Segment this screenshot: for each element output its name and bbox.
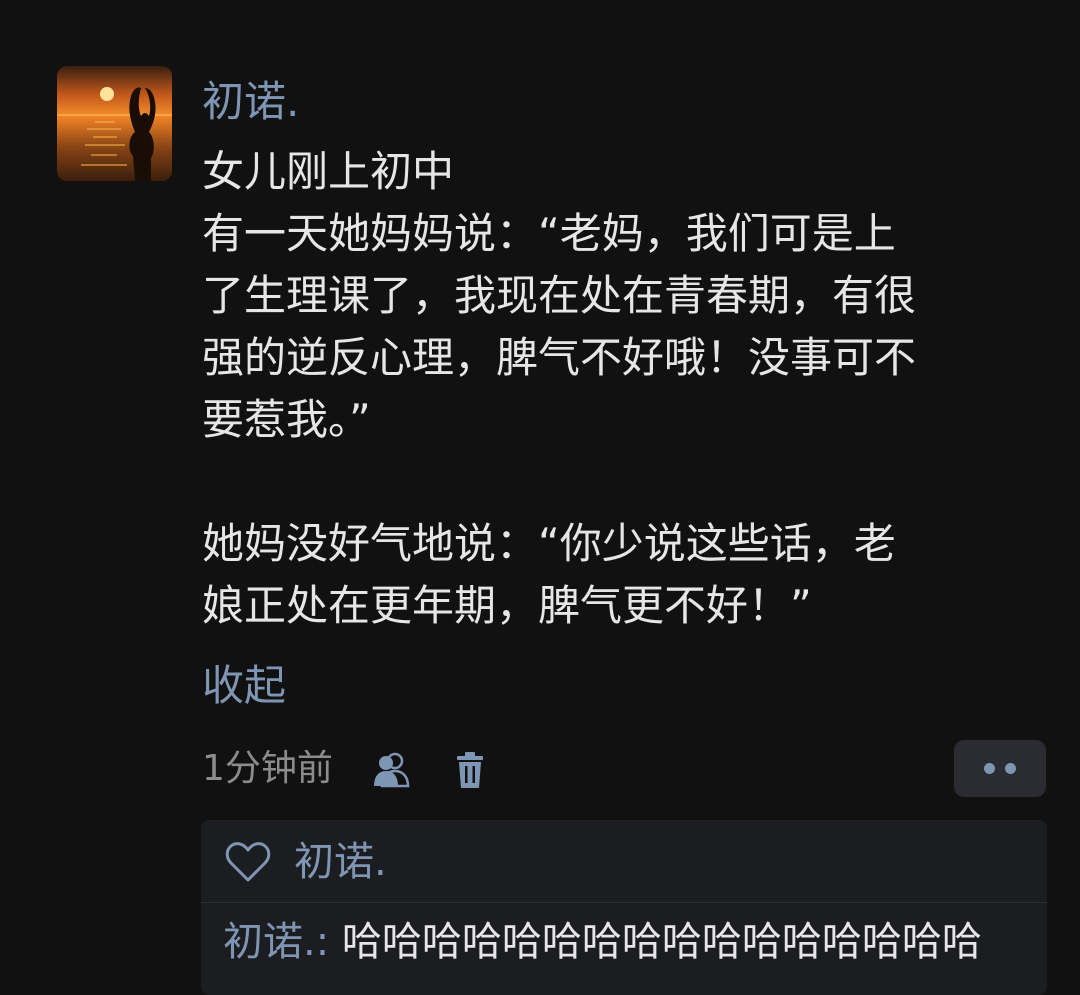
post-text: 女儿刚上初中 有一天她妈妈说：“老妈，我们可是上 了生理课了，我现在处在青春期，… [202,141,1042,637]
likes-row: 初诺. [201,820,1047,902]
divider [201,902,1047,903]
dot [984,763,995,774]
post-line: 了生理课了，我现在处在青春期，有很 [202,271,917,320]
collapse-link[interactable]: 收起 [202,658,286,714]
trash-icon[interactable] [448,748,492,792]
comment-separator: : [315,919,330,965]
post-line: 娘正处在更年期，脾气更不好！” [202,581,812,630]
post-line: 她妈没好气地说：“你少说这些话，老 [202,519,896,568]
people-icon[interactable] [370,748,414,792]
comment-author[interactable]: 初诺. [223,919,316,965]
dot [1005,763,1016,774]
post-line: 有一天她妈妈说：“老妈，我们可是上 [202,209,896,258]
comment-text: 哈哈哈哈哈哈哈哈哈哈哈哈哈哈哈哈 [341,919,982,965]
post-line: 要惹我。” [202,395,371,444]
post-line: 女儿刚上初中 [202,147,455,196]
comment-item[interactable]: 初诺.: 哈哈哈哈哈哈哈哈哈哈哈哈哈哈哈哈 [223,916,982,968]
more-dots-icon[interactable] [954,740,1046,797]
post-meta-row: 1分钟前 [202,740,1046,798]
sunset-silhouette-avatar [57,66,172,181]
heart-icon [225,841,271,883]
post-timestamp: 1分钟前 [202,748,333,789]
interaction-panel: 初诺. 初诺.: 哈哈哈哈哈哈哈哈哈哈哈哈哈哈哈哈 [201,820,1047,995]
post-author-name[interactable]: 初诺. [202,74,299,130]
post-line: 强的逆反心理，脾气不好哦！没事可不 [202,333,917,382]
avatar[interactable] [57,66,172,181]
liker-name[interactable]: 初诺. [294,836,387,888]
